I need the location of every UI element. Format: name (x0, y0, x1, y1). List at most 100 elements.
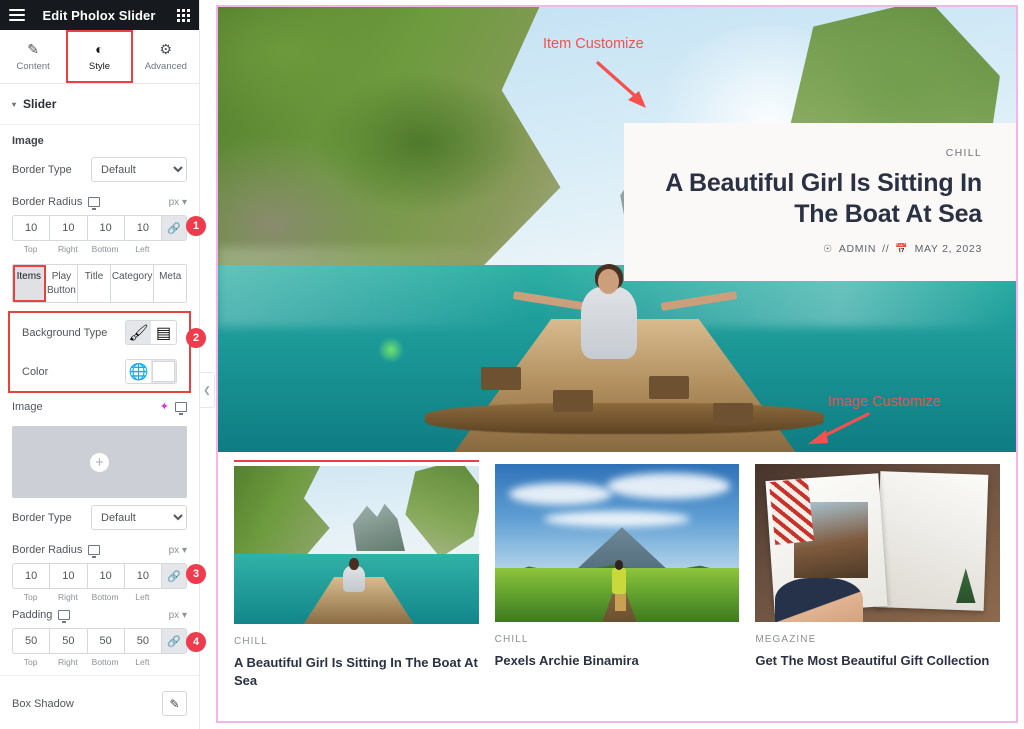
items-background-highlight: Background Type 🖌 ▤ Color 🌐 (8, 311, 191, 393)
radius-right-caption: Right (57, 244, 78, 254)
panel-header: Edit Pholox Slider (0, 0, 199, 30)
radius2-right-caption: Right (57, 592, 78, 602)
padding-left-input[interactable] (123, 628, 161, 654)
thumb2-category: CHILL (494, 634, 529, 645)
padding-top: Top (12, 628, 50, 667)
unit-selector-2[interactable]: px ▾ (169, 545, 187, 556)
border-type-select[interactable]: Default (91, 157, 187, 182)
badge-1: 1 (186, 216, 206, 236)
subtab-category[interactable]: Category (110, 265, 155, 302)
link-icon[interactable]: 🔗 (161, 215, 187, 241)
brush-icon[interactable]: 🖌 (126, 321, 151, 344)
unit-selector[interactable]: px ▾ (169, 197, 187, 208)
image-upload-row: Image ✦ (0, 393, 199, 420)
gradient-icon[interactable]: ▤ (151, 321, 176, 344)
radius2-bottom-input[interactable] (86, 563, 124, 589)
box-shadow-row: Box Shadow ✎ (0, 684, 199, 723)
border-radius-row-2: Border Radius px ▾ (0, 537, 199, 563)
radius2-right-input[interactable] (49, 563, 87, 589)
section-slider-label: Slider (23, 97, 57, 111)
tab-style[interactable]: ◐ Style (66, 30, 133, 83)
image-upload-dropzone[interactable]: + (12, 426, 187, 498)
hero-meta-separator: // (882, 243, 890, 255)
hero-slide[interactable]: CHILL A Beautiful Girl Is Sitting In The… (218, 7, 1016, 452)
style-panel: Edit Pholox Slider ✎ Content ◐ Style ⚙ A… (0, 0, 215, 729)
section-slider[interactable]: ▾ Slider (0, 84, 199, 125)
subtab-items[interactable]: Items (13, 265, 46, 302)
monitor-icon[interactable] (88, 197, 101, 210)
subtab-meta[interactable]: Meta (154, 265, 186, 302)
background-type-label: Background Type (22, 326, 108, 339)
radius-bottom: Bottom (86, 215, 124, 254)
radius-top-caption: Top (23, 244, 38, 254)
padding-row: Padding px ▾ (0, 602, 199, 628)
color-picker-globe-icon[interactable]: 🌐 (126, 360, 151, 383)
hero-category: CHILL (945, 147, 982, 159)
radius-top-input[interactable] (12, 215, 50, 241)
tab-content-label: Content (16, 60, 50, 72)
color-swatch[interactable] (151, 360, 176, 383)
border-type-select-2[interactable]: Default (91, 505, 187, 530)
radius-bottom-caption: Bottom (91, 244, 119, 254)
thumb2-title: Pexels Archie Binamira (494, 653, 639, 668)
annotation-item-customize: Item Customize (543, 36, 644, 52)
padding-top-input[interactable] (12, 628, 50, 654)
border-radius-row: Border Radius px ▾ (0, 189, 199, 215)
radius2-top-caption: Top (23, 592, 38, 602)
radius-left: Left (123, 215, 161, 254)
radius2-top: Top (12, 563, 50, 602)
padding-left-caption: Left (135, 657, 150, 667)
padding-bottom-input[interactable] (86, 628, 124, 654)
border-type-row: Border Type Default (0, 150, 199, 189)
thumb1-image-wrap (234, 460, 479, 624)
border-radius-inputs-2: Top Right Bottom Left 🔗 (0, 563, 199, 602)
badge-2: 2 (186, 328, 206, 348)
link-icon[interactable]: 🔗 (161, 628, 187, 654)
radius-left-input[interactable] (123, 215, 161, 241)
background-type-row: Background Type 🖌 ▤ (10, 313, 189, 352)
radius2-left-input[interactable] (123, 563, 161, 589)
thumbnail-row: CHILL A Beautiful Girl Is Sitting In The… (218, 452, 1016, 690)
panel-body: Image Border Type Default Border Radius … (0, 125, 199, 729)
monitor-icon[interactable] (88, 545, 101, 558)
thumb3-image (755, 464, 1001, 622)
preview-area: CHILL A Beautiful Girl Is Sitting In The… (200, 0, 1024, 729)
thumbnail-item-1[interactable]: CHILL A Beautiful Girl Is Sitting In The… (234, 460, 479, 690)
thumb2-image-wrap (494, 460, 740, 622)
padding-right-caption: Right (57, 657, 78, 667)
radius2-bottom: Bottom (86, 563, 124, 602)
monitor-icon[interactable] (175, 401, 187, 415)
ai-sparkle-icon[interactable]: ✦ (160, 400, 169, 413)
unit-selector-3[interactable]: px ▾ (169, 610, 187, 621)
color-row: Color 🌐 (10, 352, 189, 391)
chevron-left-icon[interactable]: ❮ (200, 372, 215, 408)
radius-bottom-input[interactable] (86, 215, 124, 241)
color-controls: 🌐 (125, 359, 177, 384)
hero-title: A Beautiful Girl Is Sitting In The Boat … (665, 169, 982, 228)
slider-canvas: CHILL A Beautiful Girl Is Sitting In The… (216, 5, 1018, 723)
subtab-title[interactable]: Title (78, 265, 111, 302)
radius-top: Top (12, 215, 50, 254)
pencil-edit-icon[interactable]: ✎ (162, 691, 187, 716)
radius-right-input[interactable] (49, 215, 87, 241)
radius-right: Right (49, 215, 87, 254)
border-type-label: Border Type (12, 163, 72, 176)
subtab-play-button[interactable]: Play Button (45, 265, 79, 302)
padding-bottom: Bottom (86, 628, 124, 667)
gear-icon: ⚙ (159, 40, 173, 57)
thumb1-title: A Beautiful Girl Is Sitting In The Boat … (234, 655, 478, 688)
thumbnail-item-2[interactable]: CHILL Pexels Archie Binamira (494, 460, 740, 690)
hero-item-card[interactable]: CHILL A Beautiful Girl Is Sitting In The… (624, 123, 1016, 281)
thumbnail-item-3[interactable]: MEGAZINE Get The Most Beautiful Gift Col… (755, 460, 1001, 690)
link-icon[interactable]: 🔗 (161, 563, 187, 589)
thumb3-category: MEGAZINE (755, 634, 817, 645)
tab-advanced[interactable]: ⚙ Advanced (133, 30, 199, 83)
hero-author: ADMIN (838, 243, 877, 255)
radius2-top-input[interactable] (12, 563, 50, 589)
border-radius-label-2: Border Radius (12, 544, 83, 556)
padding-right-input[interactable] (49, 628, 87, 654)
grid-apps-icon[interactable] (177, 8, 190, 22)
style-subtabs: Items Play Button Title Category Meta (12, 264, 187, 303)
monitor-icon[interactable] (58, 610, 71, 623)
tab-content[interactable]: ✎ Content (0, 30, 66, 83)
